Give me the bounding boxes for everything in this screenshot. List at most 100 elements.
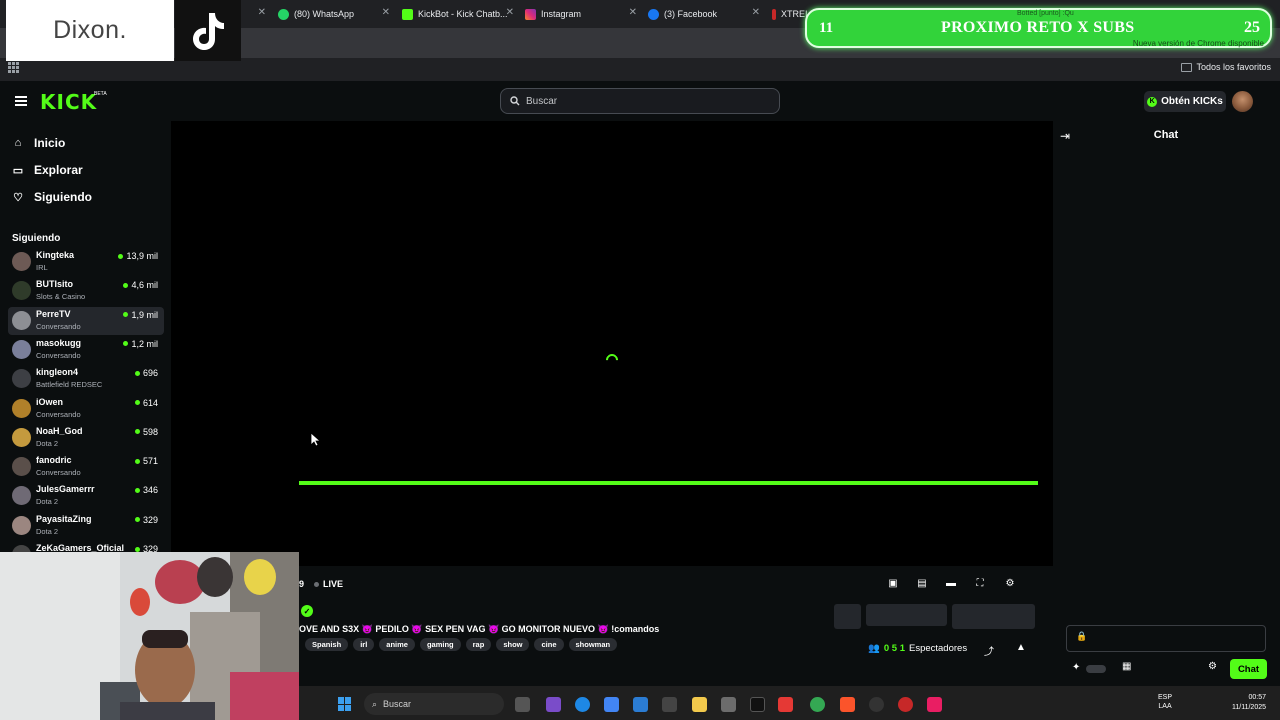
- sidebar-item-channel[interactable]: JulesGamerrr Dota 2 346: [8, 482, 164, 510]
- tab-xtrei[interactable]: XTREI: [772, 4, 808, 24]
- taskbar-search[interactable]: ⌕ Buscar: [364, 693, 504, 715]
- search-input[interactable]: [526, 95, 756, 107]
- stream-tag[interactable]: anime: [379, 638, 415, 651]
- stream-tag[interactable]: showman: [568, 638, 618, 651]
- home-icon: ⌂: [14, 137, 22, 149]
- tab-kickbot[interactable]: KickBot - Kick Chatb... ✕: [402, 4, 514, 24]
- gift-button-placeholder[interactable]: [952, 604, 1035, 629]
- stream-tag[interactable]: show: [496, 638, 530, 651]
- channel-viewers: 329: [134, 515, 158, 525]
- viewer-count: 👥 0 5 1 Espectadores: [868, 643, 967, 654]
- search-bar[interactable]: [500, 88, 780, 114]
- sidebar-item-channel[interactable]: masokugg Conversando 1,2 mil: [8, 336, 164, 364]
- nav-following[interactable]: ♡ Siguiendo: [12, 188, 92, 206]
- chat-send-button[interactable]: Chat: [1230, 659, 1267, 679]
- sidebar-item-channel[interactable]: kingleon4 Battlefield REDSEC 696: [8, 365, 164, 393]
- clock[interactable]: 00:57 11/11/2025: [1220, 693, 1266, 713]
- live-dot-icon: [134, 546, 140, 552]
- stream-title: OVE AND S3X 😈 PEDILO 😈 SEX PEN VAG 😈 GO …: [299, 624, 660, 634]
- emote-icon[interactable]: ✦: [1072, 662, 1080, 673]
- tab-label: (3) Facebook: [664, 9, 718, 19]
- tab-facebook[interactable]: (3) Facebook ✕: [648, 4, 760, 24]
- live-dot-icon: [314, 581, 319, 587]
- theater-mode-icon[interactable]: ▤: [916, 578, 928, 589]
- channel-name: PerreTV: [36, 308, 71, 319]
- chrome-update-notice[interactable]: Nueva versión de Chrome disponible: [1133, 39, 1264, 48]
- app-icon[interactable]: [546, 697, 561, 712]
- channel-category: Conversando: [36, 350, 81, 360]
- task-view-icon[interactable]: [515, 697, 530, 712]
- live-dot-icon: [118, 253, 124, 259]
- chat-input[interactable]: [1066, 625, 1266, 652]
- get-kicks-button[interactable]: K Obtén KICKs: [1144, 91, 1226, 112]
- viewer-count: 13,9 mil: [126, 251, 158, 261]
- settings-gear-icon[interactable]: ⚙: [1004, 578, 1016, 589]
- stream-tag[interactable]: irl: [353, 638, 375, 651]
- tab-instagram[interactable]: Instagram ✕: [525, 4, 637, 24]
- tiktok-icon[interactable]: [750, 697, 765, 712]
- avatar: [12, 427, 31, 447]
- app-icon[interactable]: [927, 697, 942, 712]
- sidebar-item-channel[interactable]: BUTIsito Slots & Casino 4,6 mil: [8, 277, 164, 305]
- app-icon[interactable]: [662, 697, 677, 712]
- menu-icon[interactable]: [15, 96, 27, 106]
- edge-icon[interactable]: [575, 697, 590, 712]
- collapse-chat-icon[interactable]: ⇥: [1060, 129, 1070, 143]
- share-icon[interactable]: ⤴: [984, 643, 994, 658]
- sidebar-item-channel[interactable]: NoaH_God Dota 2 598: [8, 424, 164, 452]
- warning-icon[interactable]: ▲: [1016, 642, 1026, 653]
- goal-target: 25: [1244, 19, 1260, 36]
- close-icon[interactable]: ✕: [382, 7, 390, 18]
- channel-name: JulesGamerrr: [36, 484, 95, 495]
- all-bookmarks-button[interactable]: Todos los favoritos: [1181, 62, 1271, 72]
- fullscreen-icon[interactable]: ⛶: [974, 578, 986, 589]
- tab-whatsapp[interactable]: (80) WhatsApp ✕: [278, 4, 390, 24]
- close-icon[interactable]: ✕: [506, 7, 514, 18]
- clip-icon[interactable]: ▣: [887, 578, 899, 589]
- app-icon[interactable]: [898, 697, 913, 712]
- user-avatar[interactable]: [1232, 91, 1253, 112]
- sidebar-item-channel[interactable]: iOwen Conversando 614: [8, 395, 164, 423]
- apps-grid-icon[interactable]: [8, 62, 19, 73]
- chat-settings-gear-icon[interactable]: ⚙: [1208, 661, 1217, 672]
- channel-category: Conversando: [36, 468, 81, 478]
- close-icon[interactable]: ✕: [629, 7, 637, 18]
- taskbar-search-placeholder: Buscar: [383, 699, 412, 709]
- close-icon[interactable]: ✕: [258, 7, 266, 18]
- copilot-icon[interactable]: [604, 697, 619, 712]
- avatar: [12, 457, 31, 477]
- video-player[interactable]: [171, 121, 1053, 566]
- viewers-label: Espectadores: [908, 643, 968, 654]
- kick-logo[interactable]: KICK: [40, 90, 97, 114]
- follow-button-placeholder[interactable]: [834, 604, 861, 629]
- channel-name: NoaH_God: [36, 425, 83, 436]
- app-icon[interactable]: [778, 697, 793, 712]
- sidebar-item-channel[interactable]: Kingteka IRL 13,9 mil: [8, 248, 164, 276]
- outlook-icon[interactable]: [633, 697, 648, 712]
- sidebar-item-channel[interactable]: fanodric Conversando 571: [8, 453, 164, 481]
- stream-tag[interactable]: rap: [465, 638, 492, 651]
- pip-icon[interactable]: ▬: [945, 578, 957, 589]
- tab-partial[interactable]: ✕: [240, 4, 268, 24]
- language-indicator[interactable]: ESP LAA: [1158, 693, 1172, 711]
- nav-home[interactable]: ⌂ Inicio: [12, 134, 66, 152]
- subscribe-button-placeholder[interactable]: [866, 604, 947, 626]
- stream-tag[interactable]: cine: [534, 638, 564, 651]
- sidebar-item-channel[interactable]: PerreTV Conversando 1,9 mil: [8, 306, 164, 335]
- chrome-icon[interactable]: [810, 697, 825, 712]
- stream-tags: Spanish irl anime gaming rap show cine showman: [305, 638, 618, 651]
- stream-tag[interactable]: Spanish: [305, 638, 349, 651]
- windows-start-icon[interactable]: [338, 697, 352, 711]
- sidebar-item-channel[interactable]: PayasitaZing Dota 2 329: [8, 512, 164, 540]
- nav-explore[interactable]: ▭ Explorar: [12, 161, 83, 179]
- app-icon[interactable]: [869, 697, 884, 712]
- store-icon[interactable]: ▦: [1122, 661, 1131, 672]
- brave-icon[interactable]: [840, 697, 855, 712]
- stream-tag[interactable]: gaming: [419, 638, 461, 651]
- close-icon[interactable]: ✕: [752, 7, 760, 18]
- viewer-count: 1,9 mil: [131, 309, 158, 320]
- following-heading: Siguiendo: [12, 233, 61, 244]
- avatar: [12, 515, 31, 535]
- file-explorer-icon[interactable]: [692, 697, 707, 712]
- app-icon[interactable]: [721, 697, 736, 712]
